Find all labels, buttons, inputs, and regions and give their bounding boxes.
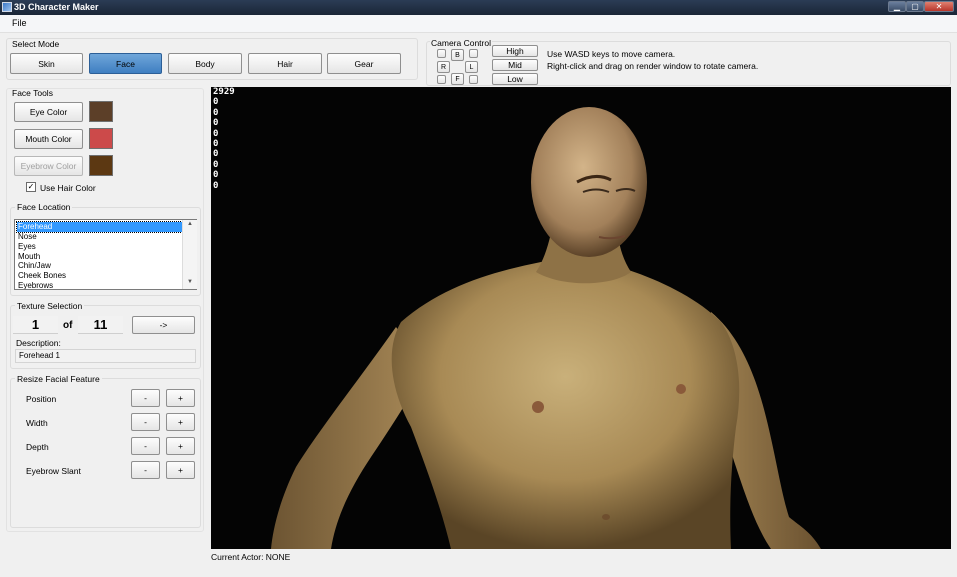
current-actor-status: Current Actor: NONE [211,552,291,562]
use-hair-color-checkbox[interactable]: ✓ [26,182,36,192]
camera-up-left-button[interactable] [437,49,446,58]
render-stat-line: 0 [213,97,219,108]
head [531,107,647,257]
mode-body-button[interactable]: Body [168,53,242,74]
mouth-color-button[interactable]: Mouth Color [14,129,83,149]
left-nipple [532,401,544,413]
camera-forward-button[interactable]: F [451,73,464,85]
resize-eyebrow-slant-label: Eyebrow Slant [26,466,81,476]
torso [391,262,740,549]
camera-down-right-button[interactable] [469,75,478,84]
eyebrow-slant-minus-button[interactable]: - [131,461,160,479]
eyebrow-slant-plus-button[interactable]: + [166,461,195,479]
render-stat-line: 0 [213,128,219,139]
menu-file[interactable]: File [12,18,27,28]
texture-description-field: Forehead 1 [15,349,196,363]
mode-face-button[interactable]: Face [89,53,162,74]
width-minus-button[interactable]: - [131,413,160,431]
texture-of-label: of [63,320,73,331]
list-item-chin-jaw[interactable]: Chin/Jaw [17,261,184,271]
scroll-up-icon[interactable]: ▲ [187,221,193,227]
scroll-down-icon[interactable]: ▼ [187,279,193,285]
mode-gear-button[interactable]: Gear [327,53,401,74]
render-stat-line: 0 [213,149,219,160]
select-mode-label: Select Mode [12,39,60,49]
width-plus-button[interactable]: + [166,413,195,431]
texture-next-button[interactable]: -> [132,316,195,334]
close-button[interactable]: ✕ [924,1,954,12]
menu-bar: File [0,15,957,33]
depth-plus-button[interactable]: + [166,437,195,455]
texture-selection-label: Texture Selection [15,301,85,311]
camera-up-right-button[interactable] [469,49,478,58]
navel [602,514,610,520]
render-stat-line: 0 [213,159,219,170]
position-plus-button[interactable]: + [166,389,195,407]
minimize-icon: ▁ [893,2,901,11]
mode-skin-button[interactable]: Skin [10,53,83,74]
eyebrow-color-swatch[interactable] [89,155,113,176]
mode-hair-button[interactable]: Hair [248,53,322,74]
render-stats-overlay: 2929 0 0 0 0 0 0 0 0 0 [213,87,235,191]
close-icon: ✕ [935,2,943,11]
list-item-eyebrows[interactable]: Eyebrows [17,281,184,289]
maximize-button[interactable]: ▢ [906,1,924,12]
title-bar: 3D Character Maker ▁ ▢ ✕ [0,0,957,15]
face-tools-label: Face Tools [12,88,53,98]
camera-down-left-button[interactable] [437,75,446,84]
minimize-button[interactable]: ▁ [888,1,906,12]
render-stat-line: 0 [213,170,219,181]
render-stat-line: 0 [213,180,219,191]
resize-width-label: Width [26,418,48,428]
face-location-scrollbar[interactable]: ▲ ▼ [182,220,197,289]
right-nipple [676,384,686,394]
texture-current-index: 1 [13,316,58,334]
camera-right-button[interactable]: R [437,61,450,73]
texture-description-label: Description: [16,338,61,348]
eyebrow-color-button[interactable]: Eyebrow Color [14,156,83,176]
mouth-color-swatch[interactable] [89,128,113,149]
render-stat-line: 0 [213,107,219,118]
list-item-nose[interactable]: Nose [17,232,184,242]
list-item-forehead[interactable]: Forehead [16,221,185,233]
maximize-icon: ▢ [911,2,919,11]
camera-low-button[interactable]: Low [492,73,538,85]
face-location-list[interactable]: Forehead Nose Eyes Mouth Chin/Jaw Cheek … [14,219,197,290]
render-stat-line: 0 [213,118,219,129]
camera-high-button[interactable]: High [492,45,538,57]
use-hair-color-label: Use Hair Color [40,183,96,193]
checkmark-icon: ✓ [27,182,35,191]
render-stat-line: 0 [213,138,219,149]
render-viewport[interactable]: 2929 0 0 0 0 0 0 0 0 0 [211,87,951,549]
list-item-eyes[interactable]: Eyes [17,242,184,252]
resize-depth-label: Depth [26,442,49,452]
face-location-label: Face Location [15,202,73,212]
camera-move-hint: Use WASD keys to move camera. [547,49,676,59]
position-minus-button[interactable]: - [131,389,160,407]
camera-left-button[interactable]: L [465,61,478,73]
window-title: 3D Character Maker [14,2,99,12]
depth-minus-button[interactable]: - [131,437,160,455]
camera-mid-button[interactable]: Mid [492,59,538,71]
character-model [271,107,821,549]
camera-back-button[interactable]: B [451,49,464,61]
camera-rotate-hint: Right-click and drag on render window to… [547,61,759,71]
resize-feature-label: Resize Facial Feature [15,374,102,384]
render-stat-line: 2929 [213,87,235,97]
eye-color-swatch[interactable] [89,101,113,122]
texture-total-count: 11 [78,316,123,334]
camera-control-label: Camera Control [430,38,492,48]
app-icon [2,2,12,12]
list-item-cheek-bones[interactable]: Cheek Bones [17,271,184,281]
resize-position-label: Position [26,394,57,404]
eye-color-button[interactable]: Eye Color [14,102,83,122]
